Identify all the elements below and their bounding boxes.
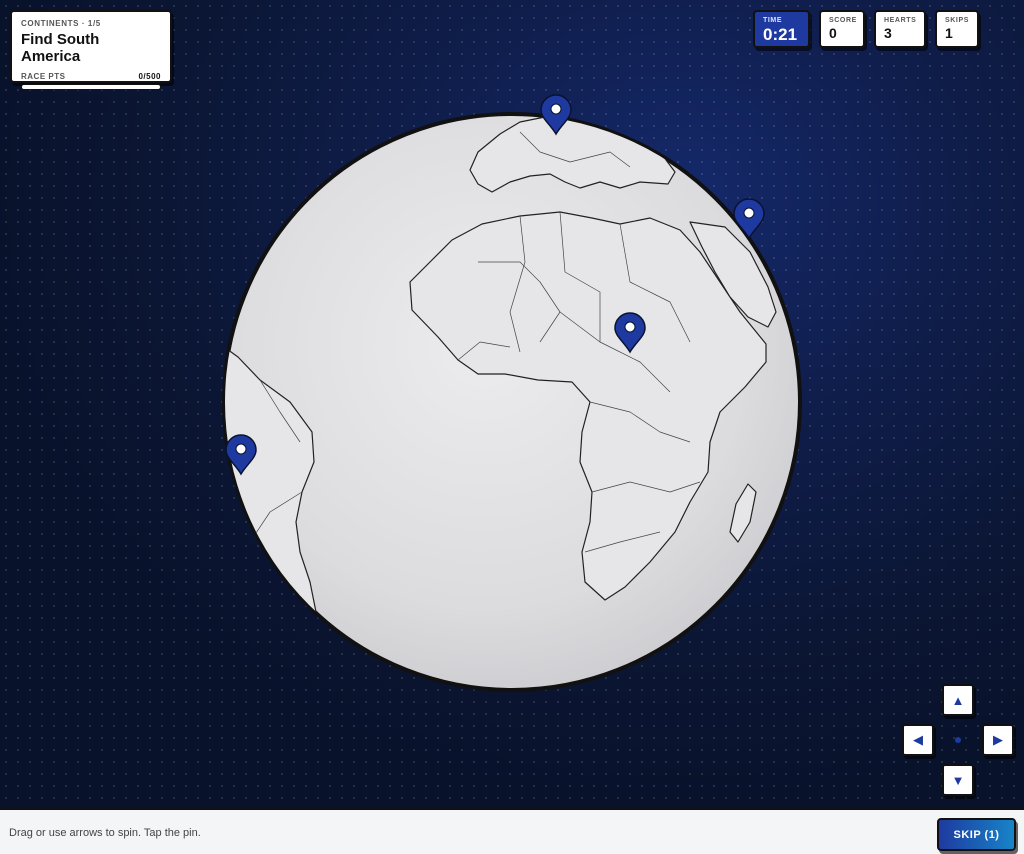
skips-box: SKIPS 1 — [935, 10, 979, 48]
skip-button[interactable]: SKIP (1) — [937, 818, 1016, 851]
hearts-label: HEARTS — [884, 17, 917, 24]
skips-value: 1 — [945, 25, 953, 41]
hearts-box: HEARTS 3 — [874, 10, 926, 48]
stats-bar: TIME 0:21 SCORE 0 HEARTS 3 SKIPS 1 — [753, 10, 979, 48]
race-points-label: RACE PTS — [21, 72, 66, 81]
timer-label: TIME — [763, 17, 783, 24]
arrow-left-icon: ◀ — [913, 732, 923, 747]
map-pin-icon — [733, 198, 765, 240]
rotate-up-button[interactable]: ▲ — [942, 684, 974, 716]
map-pin-south-america[interactable] — [224, 434, 258, 476]
dpad-center-dot — [955, 737, 961, 743]
timer-value: 0:21 — [763, 25, 798, 44]
round-indicator: CONTINENTS · 1/5 — [21, 19, 101, 28]
hearts-value: 3 — [884, 25, 892, 41]
task-card: CONTINENTS · 1/5 Find South America RACE… — [10, 10, 172, 90]
timer-box: TIME 0:21 — [753, 10, 810, 48]
score-label: SCORE — [829, 17, 857, 24]
instruction-hint: Drag or use arrows to spin. Tap the pin. — [9, 827, 201, 839]
rotate-down-button[interactable]: ▼ — [942, 764, 974, 796]
bottom-bar: Drag or use arrows to spin. Tap the pin.… — [0, 808, 1024, 854]
rotate-right-button[interactable]: ▶ — [982, 724, 1014, 756]
map-pin-icon — [614, 312, 646, 354]
map-pin-middle-east[interactable] — [732, 198, 766, 240]
map-pin-icon — [540, 94, 572, 136]
map-pin-central-africa[interactable] — [613, 312, 647, 354]
arrow-up-icon: ▲ — [951, 692, 965, 708]
map-pin-europe[interactable] — [539, 94, 573, 136]
globe-map[interactable] — [220, 112, 804, 692]
arrow-right-icon: ▶ — [993, 732, 1003, 747]
score-box: SCORE 0 — [819, 10, 865, 48]
skips-label: SKIPS — [945, 17, 970, 24]
arrow-down-icon: ▼ — [951, 772, 965, 788]
globe[interactable] — [220, 94, 804, 692]
score-value: 0 — [829, 25, 837, 41]
race-points-progress-bar — [21, 84, 161, 90]
task-title: Find South America — [21, 31, 100, 65]
race-points-value: 0/500 — [138, 72, 161, 81]
rotate-left-button[interactable]: ◀ — [902, 724, 934, 756]
race-points-row: RACE PTS 0/500 — [21, 72, 161, 81]
map-pin-icon — [225, 434, 257, 476]
